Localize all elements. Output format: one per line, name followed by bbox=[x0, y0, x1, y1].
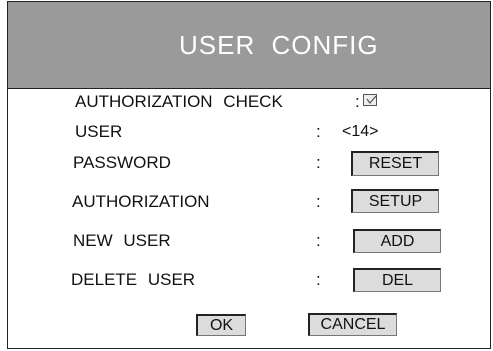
authorization-check-checkbox[interactable] bbox=[363, 94, 377, 106]
reset-button[interactable]: RESET bbox=[351, 151, 439, 176]
user-selector[interactable]: <14> bbox=[342, 123, 378, 141]
new-user-label: NEW USER bbox=[73, 231, 171, 250]
ok-button[interactable]: OK bbox=[196, 314, 246, 336]
delete-user-label: DELETE USER bbox=[71, 270, 196, 289]
authorization-check-label: AUTHORIZATION CHECK bbox=[75, 92, 283, 111]
password-label: PASSWORD bbox=[73, 153, 171, 172]
dialog-title: USER CONFIG bbox=[179, 30, 379, 60]
authorization-label: AUTHORIZATION bbox=[72, 192, 210, 211]
user-label: USER bbox=[75, 122, 123, 141]
add-button[interactable]: ADD bbox=[353, 229, 441, 253]
user-colon: : bbox=[316, 122, 321, 141]
checkmark-icon bbox=[366, 95, 377, 104]
setup-button[interactable]: SETUP bbox=[351, 189, 439, 213]
new-user-colon: : bbox=[316, 231, 321, 250]
authorization-check-colon: : bbox=[355, 92, 360, 111]
cancel-button[interactable]: CANCEL bbox=[308, 313, 397, 336]
authorization-colon: : bbox=[316, 192, 321, 211]
title-bar: USER CONFIG bbox=[8, 2, 490, 89]
password-colon: : bbox=[316, 153, 321, 172]
delete-user-colon: : bbox=[316, 270, 321, 289]
del-button[interactable]: DEL bbox=[353, 268, 441, 292]
